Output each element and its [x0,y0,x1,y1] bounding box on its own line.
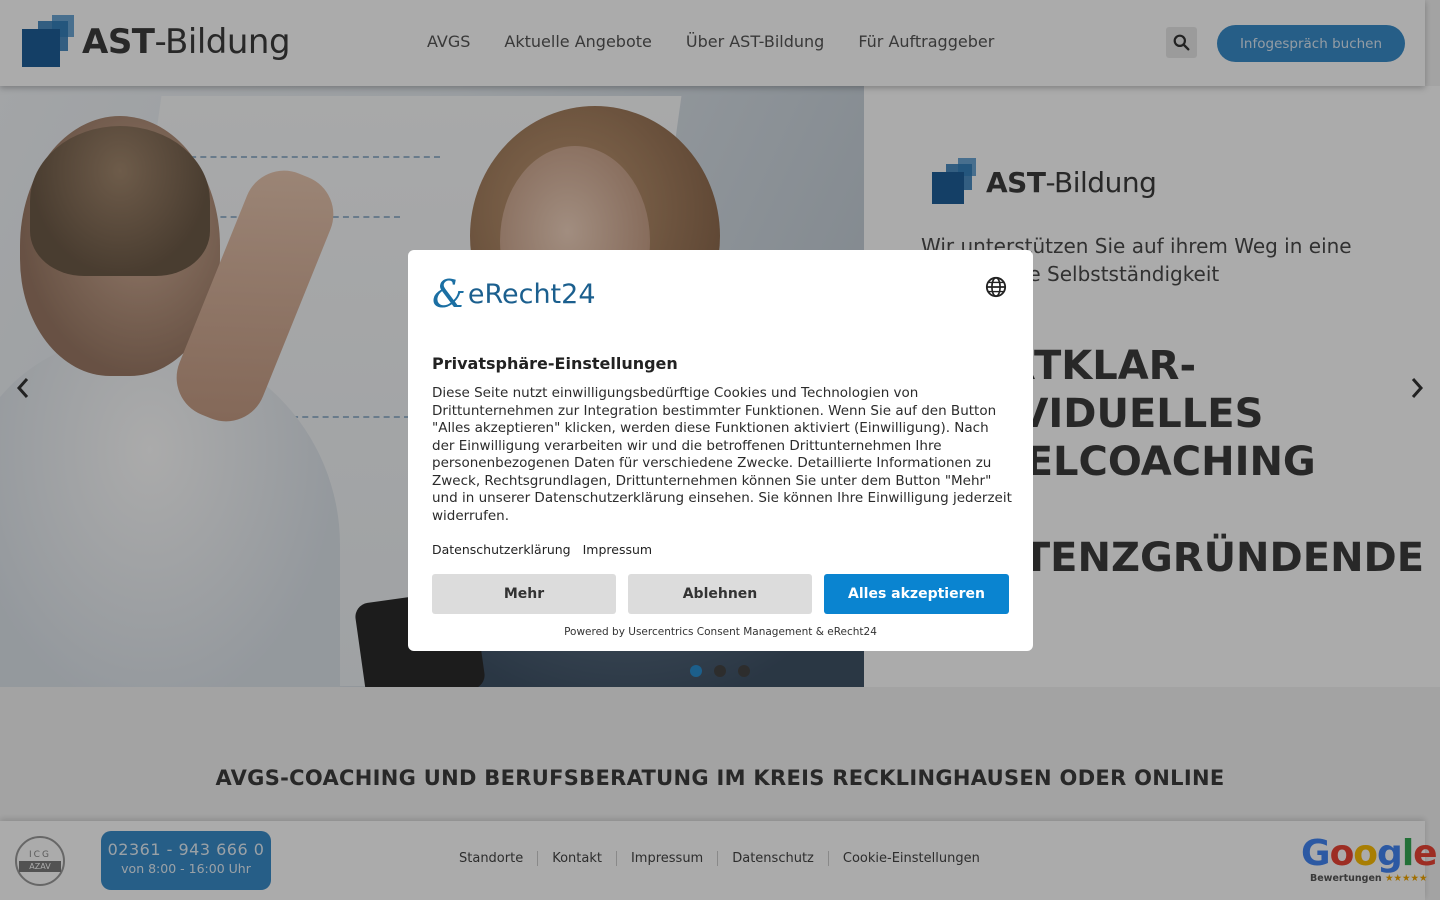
more-button[interactable]: Mehr [432,574,616,614]
consent-title: Privatsphäre-Einstellungen [432,354,678,373]
consent-link-impressum[interactable]: Impressum [583,542,652,557]
accept-all-button[interactable]: Alles akzeptieren [824,574,1009,614]
globe-icon[interactable] [985,276,1007,298]
erecht24-logo: & eRecht24 [432,272,596,316]
consent-links: Datenschutzerklärung Impressum [432,542,1009,557]
cookie-consent-dialog: & eRecht24 Privatsphäre-Einstellungen Di… [408,250,1033,651]
erecht24-logo-icon: & [432,272,466,316]
consent-text: Diese Seite nutzt einwilligungsbedürftig… [432,385,1012,524]
consent-actions: Mehr Ablehnen Alles akzeptieren [432,574,1009,614]
powered-by-text: Powered by Usercentrics Consent Manageme… [564,626,877,638]
decline-button[interactable]: Ablehnen [628,574,812,614]
consent-link-datenschutz[interactable]: Datenschutzerklärung [432,542,571,557]
